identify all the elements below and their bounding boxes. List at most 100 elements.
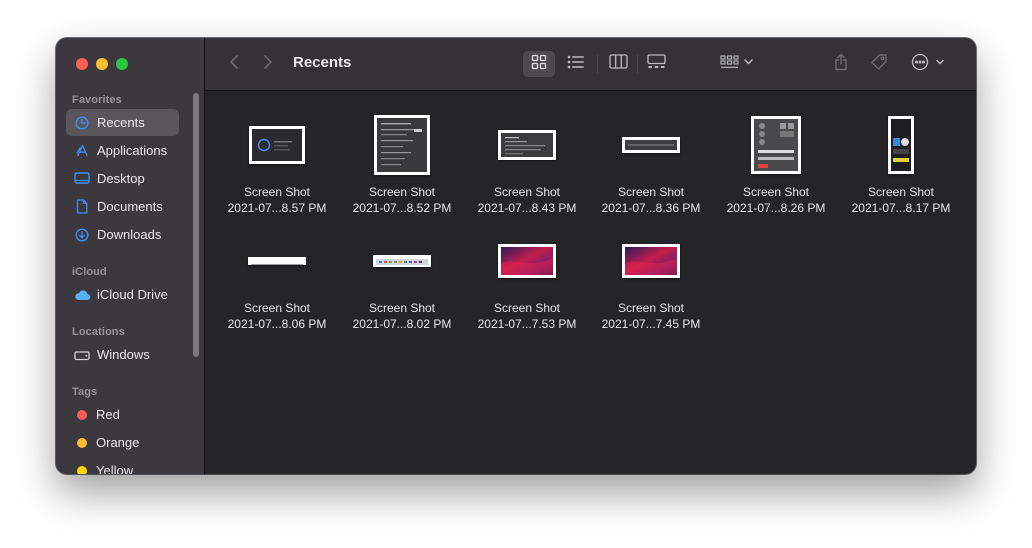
- desktop-icon: [73, 170, 91, 188]
- section-title-tags: Tags: [72, 386, 98, 398]
- share-icon: [834, 53, 848, 76]
- toolbar-separator: [597, 55, 598, 73]
- back-button[interactable]: [223, 51, 245, 77]
- group-button[interactable]: [717, 51, 757, 77]
- file-item[interactable]: Screen Shot 2021-07...8.17 PM: [839, 114, 963, 224]
- column-view-icon: [608, 54, 628, 74]
- drive-icon: [73, 346, 91, 364]
- file-item[interactable]: Screen Shot 2021-07...7.53 PM: [465, 230, 589, 340]
- download-icon: [73, 226, 91, 244]
- more-icon: [911, 53, 945, 76]
- cloud-icon: [73, 286, 91, 304]
- file-date: 2021-07...8.17 PM: [851, 201, 951, 215]
- sidebar-item-label: Desktop: [97, 171, 145, 186]
- sidebar: Favorites Recents Applications Desktop D…: [56, 38, 205, 474]
- gallery-view-button[interactable]: [641, 51, 671, 77]
- tag-button[interactable]: [867, 51, 891, 77]
- tag-dot-yellow: [77, 465, 87, 474]
- file-thumbnail: [248, 257, 306, 265]
- sidebar-item-documents[interactable]: Documents: [66, 193, 179, 220]
- tag-icon: [870, 53, 888, 76]
- gallery-view-icon: [646, 54, 666, 74]
- file-thumbnail: [498, 244, 556, 278]
- file-name: Screen Shot: [493, 301, 561, 315]
- forward-button[interactable]: [257, 51, 279, 77]
- sidebar-item-label: Windows: [97, 347, 150, 362]
- sidebar-item-icloud-drive[interactable]: iCloud Drive: [66, 281, 179, 308]
- sidebar-item-label: Recents: [97, 115, 145, 130]
- chevron-left-icon: [229, 54, 239, 75]
- file-item[interactable]: Screen Shot 2021-07...8.43 PM: [465, 114, 589, 224]
- zoom-button[interactable]: [116, 58, 128, 70]
- file-item[interactable]: Screen Shot 2021-07...8.52 PM: [340, 114, 464, 224]
- file-date: 2021-07...7.45 PM: [601, 317, 701, 331]
- file-name: Screen Shot: [243, 301, 311, 315]
- window-controls: [76, 58, 128, 70]
- file-name: Screen Shot: [368, 301, 436, 315]
- file-item[interactable]: Screen Shot 2021-07...8.06 PM: [215, 230, 339, 340]
- tag-dot-red: [77, 409, 87, 420]
- file-thumbnail: [751, 116, 801, 174]
- sidebar-scrollbar[interactable]: [193, 93, 199, 357]
- finder-window: Favorites Recents Applications Desktop D…: [56, 38, 976, 474]
- file-grid: Screen Shot 2021-07...8.57 PM Screen Sho…: [205, 91, 976, 474]
- file-item[interactable]: Screen Shot 2021-07...8.02 PM: [340, 230, 464, 340]
- file-name: Screen Shot: [617, 185, 685, 199]
- file-item[interactable]: Screen Shot 2021-07...7.45 PM: [589, 230, 713, 340]
- close-button[interactable]: [76, 58, 88, 70]
- sidebar-item-downloads[interactable]: Downloads: [66, 221, 179, 248]
- sidebar-item-label: Applications: [97, 143, 168, 158]
- file-name: Screen Shot: [368, 185, 436, 199]
- file-name: Screen Shot: [617, 301, 685, 315]
- file-thumbnail: [374, 115, 430, 175]
- section-title-icloud: iCloud: [72, 266, 107, 278]
- file-thumbnail: [373, 255, 431, 267]
- section-title-favorites: Favorites: [72, 94, 122, 106]
- file-item[interactable]: Screen Shot 2021-07...8.36 PM: [589, 114, 713, 224]
- file-date: 2021-07...8.52 PM: [352, 201, 452, 215]
- sidebar-item-desktop[interactable]: Desktop: [66, 165, 179, 192]
- sidebar-item-applications[interactable]: Applications: [66, 137, 179, 164]
- group-icon: [720, 54, 754, 74]
- icon-view-button[interactable]: [523, 51, 555, 77]
- sidebar-item-label: iCloud Drive: [97, 287, 168, 302]
- sidebar-item-windows[interactable]: Windows: [66, 341, 179, 368]
- file-name: Screen Shot: [867, 185, 935, 199]
- file-date: 2021-07...8.02 PM: [352, 317, 452, 331]
- clock-icon: [73, 114, 91, 132]
- window-title: Recents: [293, 54, 352, 71]
- file-item[interactable]: Screen Shot 2021-07...8.26 PM: [714, 114, 838, 224]
- list-view-button[interactable]: [561, 51, 591, 77]
- grid-view-icon: [531, 54, 547, 75]
- tag-dot-orange: [77, 437, 87, 448]
- applications-icon: [73, 142, 91, 160]
- file-thumbnail: [498, 130, 556, 160]
- sidebar-item-recents[interactable]: Recents: [66, 109, 179, 136]
- sidebar-item-label: Orange: [96, 435, 140, 450]
- file-name: Screen Shot: [742, 185, 810, 199]
- chevron-right-icon: [263, 54, 273, 75]
- sidebar-item-tag-orange[interactable]: Orange: [66, 429, 179, 456]
- share-button[interactable]: [829, 51, 853, 77]
- file-date: 2021-07...8.06 PM: [227, 317, 327, 331]
- sidebar-item-tag-red[interactable]: Red: [66, 401, 179, 428]
- file-item[interactable]: Screen Shot 2021-07...8.57 PM: [215, 114, 339, 224]
- file-name: Screen Shot: [493, 185, 561, 199]
- file-thumbnail: [888, 116, 914, 174]
- toolbar: Recents: [205, 38, 976, 91]
- more-actions-button[interactable]: [910, 51, 946, 77]
- file-date: 2021-07...7.53 PM: [477, 317, 577, 331]
- document-icon: [73, 198, 91, 216]
- file-name: Screen Shot: [243, 185, 311, 199]
- file-thumbnail: [249, 126, 305, 164]
- sidebar-item-label: Red: [96, 407, 120, 422]
- file-thumbnail: [622, 244, 680, 278]
- file-date: 2021-07...8.36 PM: [601, 201, 701, 215]
- sidebar-item-label: Yellow: [96, 463, 134, 474]
- column-view-button[interactable]: [603, 51, 633, 77]
- sidebar-item-tag-yellow[interactable]: Yellow: [66, 457, 179, 474]
- file-thumbnail: [622, 137, 680, 153]
- file-date: 2021-07...8.26 PM: [726, 201, 826, 215]
- minimize-button[interactable]: [96, 58, 108, 70]
- file-date: 2021-07...8.57 PM: [227, 201, 327, 215]
